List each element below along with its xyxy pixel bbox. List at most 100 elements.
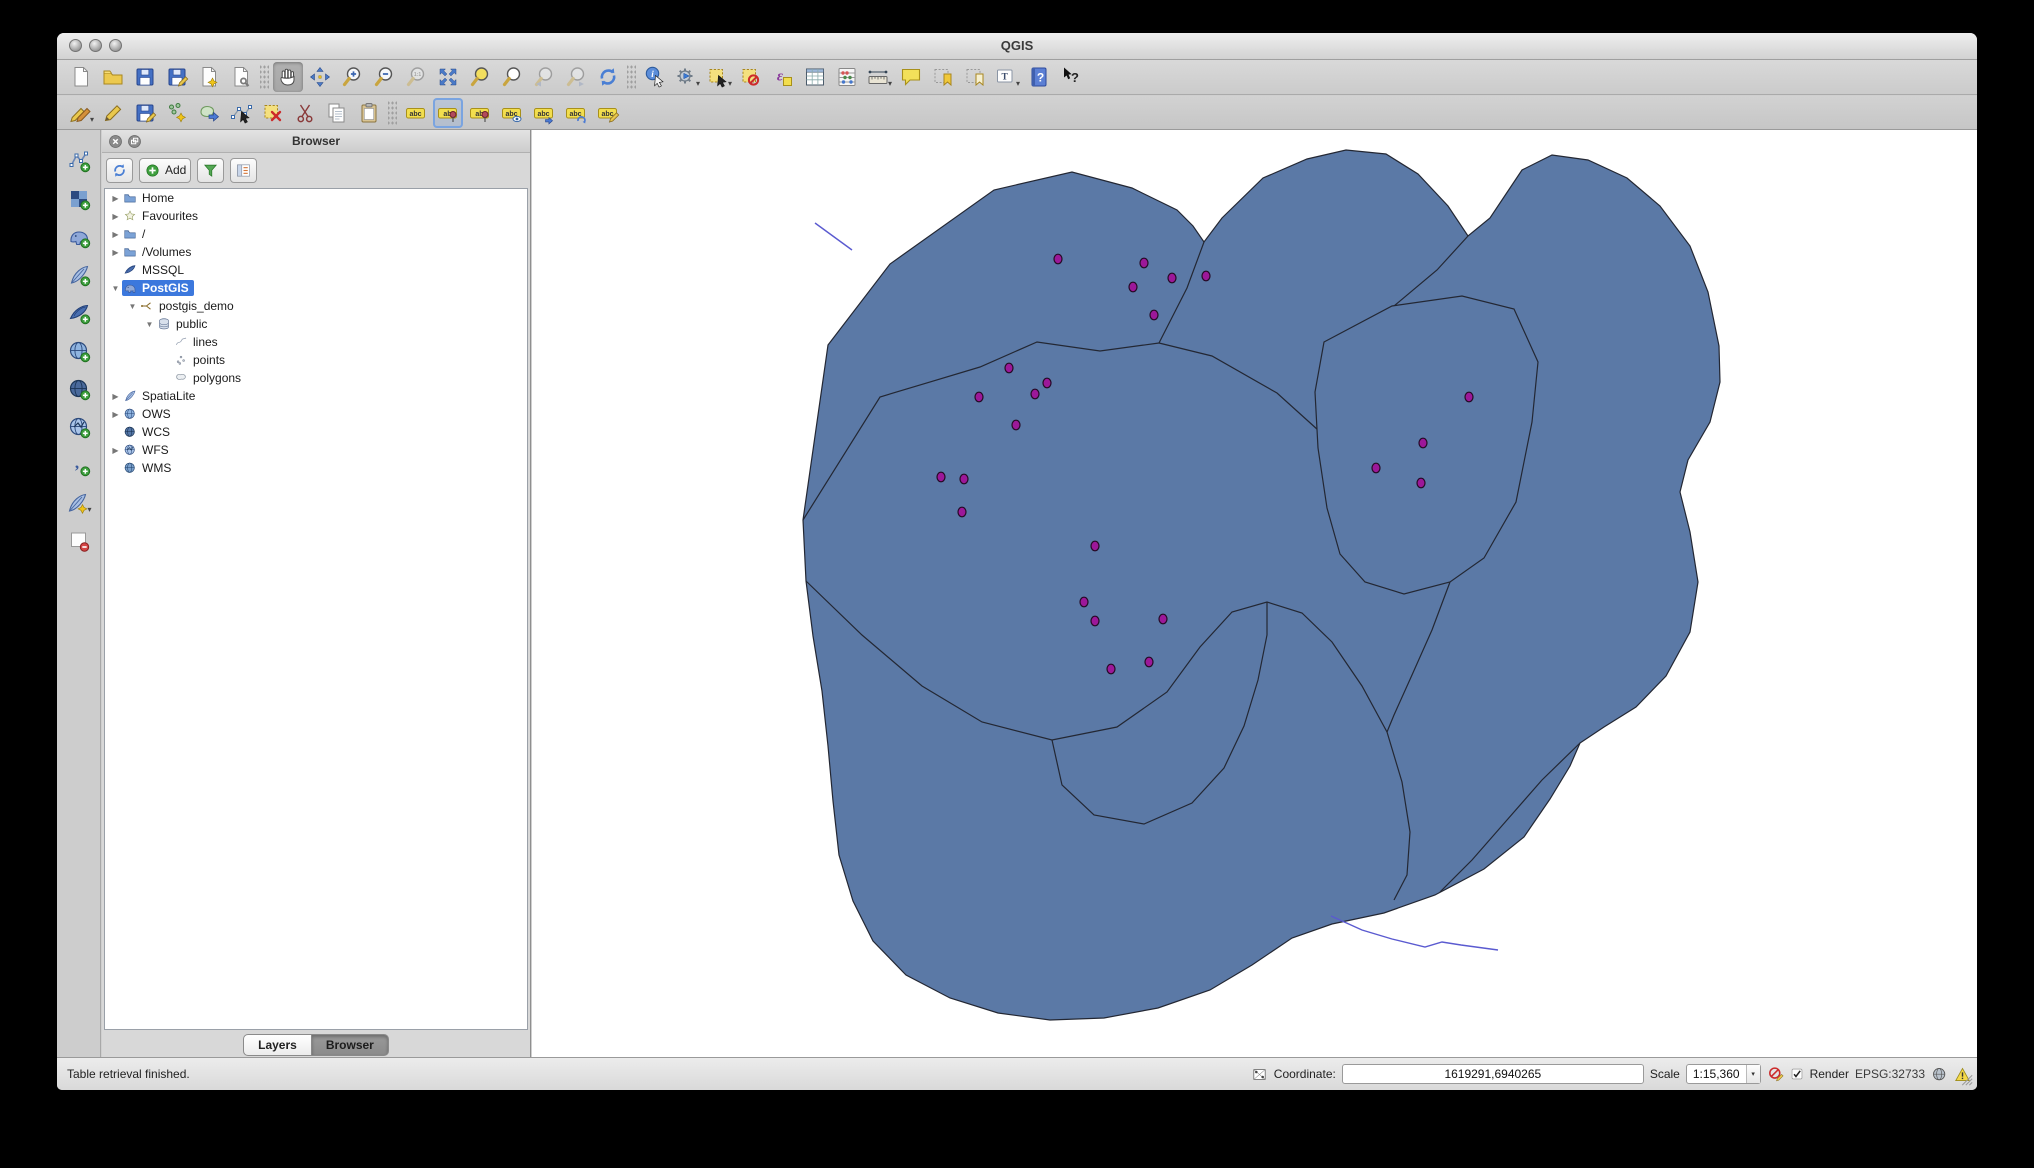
label-rotate-button[interactable]: abc (561, 98, 591, 128)
render-checkbox[interactable] (1790, 1067, 1804, 1081)
select-by-expression-button[interactable]: ε (768, 62, 798, 92)
expander-icon[interactable]: ▼ (126, 302, 139, 311)
zoom-actual-size-button[interactable]: 1:1 (401, 62, 431, 92)
show-bookmarks-button[interactable] (960, 62, 990, 92)
zoom-to-layer-button[interactable] (497, 62, 527, 92)
zoom-last-button[interactable] (529, 62, 559, 92)
tree-item-postgis-demo[interactable]: ▼postgis_demo (105, 297, 527, 315)
move-feature-button[interactable] (194, 98, 224, 128)
label-properties-button[interactable]: abc (593, 98, 623, 128)
zoom-next-button[interactable] (561, 62, 591, 92)
tree-item-home[interactable]: ▶Home (105, 189, 527, 207)
tree-item-spatialite[interactable]: ▶SpatiaLite (105, 387, 527, 405)
tree-item-volumes[interactable]: ▶/Volumes (105, 243, 527, 261)
title-bar[interactable]: QGIS (57, 33, 1977, 60)
map-canvas[interactable] (532, 130, 1977, 1058)
text-annotation-button[interactable]: T▾ (992, 62, 1022, 92)
deselect-features-button[interactable] (736, 62, 766, 92)
label-highlight-pinned-button[interactable]: ab (465, 98, 495, 128)
add-wcs-layer-button[interactable] (64, 374, 94, 404)
new-print-composer-button[interactable] (194, 62, 224, 92)
help-contents-button[interactable]: ? (1024, 62, 1054, 92)
refresh-map-button[interactable] (593, 62, 623, 92)
layer-labeling-button[interactable]: abc (401, 98, 431, 128)
zoom-full-extent-button[interactable] (433, 62, 463, 92)
zoom-to-selection-button[interactable] (465, 62, 495, 92)
expander-icon[interactable]: ▶ (109, 410, 122, 419)
node-tool-button[interactable] (226, 98, 256, 128)
pan-map-button[interactable] (273, 62, 303, 92)
add-delimited-text-layer-button[interactable]: , (64, 450, 94, 480)
tree-item-postgis[interactable]: ▼PostGIS (105, 279, 527, 297)
tree-item-lines[interactable]: lines (105, 333, 527, 351)
paste-features-button[interactable] (354, 98, 384, 128)
expander-icon[interactable]: ▶ (109, 392, 122, 401)
zoom-in-button[interactable] (337, 62, 367, 92)
crs-button[interactable] (1931, 1066, 1948, 1083)
refresh-browser-button[interactable] (106, 158, 133, 183)
resize-grip[interactable] (1958, 1071, 1975, 1088)
tab-browser[interactable]: Browser (312, 1034, 389, 1056)
coordinate-input[interactable]: 1619291,6940265 (1342, 1064, 1644, 1084)
tree-item-mssql[interactable]: MSSQL (105, 261, 527, 279)
dropdown-arrow-icon[interactable]: ▾ (90, 115, 94, 128)
remove-layer-button[interactable] (64, 526, 94, 556)
run-feature-action-button[interactable]: ▾ (672, 62, 702, 92)
filter-browser-button[interactable] (197, 158, 224, 183)
new-bookmark-button[interactable] (928, 62, 958, 92)
expander-icon[interactable]: ▼ (143, 320, 156, 329)
map-tips-button[interactable] (896, 62, 926, 92)
zoom-out-button[interactable] (369, 62, 399, 92)
open-project-button[interactable] (98, 62, 128, 92)
dropdown-arrow-icon[interactable]: ▾ (696, 79, 700, 92)
tree-item-ows[interactable]: ▶OWS (105, 405, 527, 423)
save-layer-edits-button[interactable] (130, 98, 160, 128)
whats-this-button[interactable]: ? (1056, 62, 1086, 92)
tree-item-root[interactable]: ▶/ (105, 225, 527, 243)
expander-icon[interactable]: ▼ (109, 284, 122, 293)
current-edits-button[interactable]: ▾ (66, 98, 96, 128)
add-vector-layer-button[interactable] (64, 146, 94, 176)
collapse-all-button[interactable] (230, 158, 257, 183)
add-postgis-layer-button[interactable] (64, 222, 94, 252)
composer-manager-button[interactable] (226, 62, 256, 92)
expander-icon[interactable]: ▶ (109, 194, 122, 203)
scale-combo[interactable]: 1:15,360 ▾ (1686, 1064, 1761, 1084)
cut-features-button[interactable] (290, 98, 320, 128)
expander-icon[interactable]: ▶ (109, 230, 122, 239)
delete-selected-button[interactable] (258, 98, 288, 128)
extents-toggle-button[interactable] (1251, 1066, 1268, 1083)
select-features-button[interactable]: ▾ (704, 62, 734, 92)
add-raster-layer-button[interactable] (64, 184, 94, 214)
add-feature-button[interactable] (162, 98, 192, 128)
label-show-hide-button[interactable]: abc (497, 98, 527, 128)
stop-render-button[interactable] (1767, 1066, 1784, 1083)
scale-dropdown-icon[interactable]: ▾ (1746, 1065, 1760, 1083)
tree-item-points[interactable]: points (105, 351, 527, 369)
dropdown-arrow-icon[interactable]: ▾ (728, 79, 732, 92)
tree-item-public[interactable]: ▼public (105, 315, 527, 333)
add-mssql-layer-button[interactable] (64, 298, 94, 328)
dropdown-arrow-icon[interactable]: ▾ (1016, 79, 1020, 92)
tree-item-favourites[interactable]: ▶Favourites (105, 207, 527, 225)
tree-item-wms[interactable]: WMS (105, 459, 527, 477)
open-attribute-table-button[interactable] (800, 62, 830, 92)
dropdown-arrow-icon[interactable]: ▾ (87, 505, 91, 518)
add-wfs-layer-button[interactable] (64, 412, 94, 442)
tree-item-wcs[interactable]: WCS (105, 423, 527, 441)
add-wms-layer-button[interactable] (64, 336, 94, 366)
add-spatialite-layer-button[interactable] (64, 260, 94, 290)
label-pin-unpin-button[interactable]: ab (433, 98, 463, 128)
expander-icon[interactable]: ▶ (109, 212, 122, 221)
dropdown-arrow-icon[interactable]: ▾ (888, 79, 892, 92)
field-calculator-button[interactable] (832, 62, 862, 92)
new-project-button[interactable] (66, 62, 96, 92)
expander-icon[interactable]: ▶ (109, 446, 122, 455)
add-button[interactable]: Add (139, 158, 191, 183)
save-project-button[interactable] (130, 62, 160, 92)
new-shapefile-layer-button[interactable]: ▾ (64, 488, 94, 518)
measure-button[interactable]: ▾ (864, 62, 894, 92)
save-project-as-button[interactable] (162, 62, 192, 92)
copy-features-button[interactable] (322, 98, 352, 128)
tree-item-wfs[interactable]: ▶WFS (105, 441, 527, 459)
